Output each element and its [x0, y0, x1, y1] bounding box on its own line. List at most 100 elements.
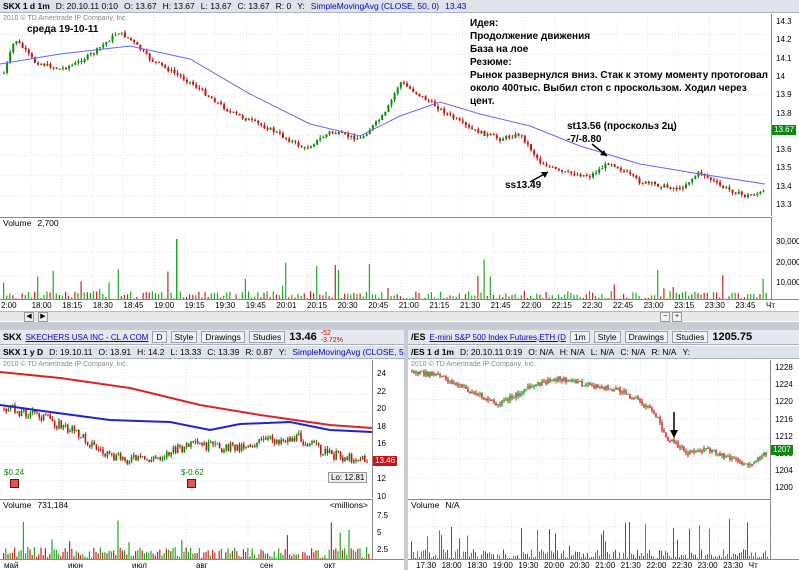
volume-bar [712, 292, 715, 299]
top-price-pane[interactable]: 2010 © TD Ameritrade IP Company, Inc. ср… [0, 14, 771, 216]
time-label: 19:30 [215, 301, 236, 310]
top-symbol[interactable]: SKX 1 d 1m [3, 1, 50, 11]
left-price-scale[interactable]: 242220181614121013.46 [372, 360, 404, 501]
scroll-left-button[interactable]: ◀ [24, 312, 34, 322]
volume-bar [159, 549, 161, 559]
earnings-icon-2[interactable] [187, 479, 196, 488]
top-candle [576, 174, 579, 176]
right-drawings-button[interactable]: Drawings [624, 331, 669, 343]
volume-bar [75, 551, 77, 559]
left-drawings-button[interactable]: Drawings [201, 331, 245, 343]
top-candle [300, 146, 303, 148]
top-candle [294, 141, 297, 143]
volume-bar [541, 549, 542, 559]
top-price-scale[interactable]: 14.314.214.11413.913.813.713.613.513.413… [771, 14, 799, 216]
top-candle [753, 194, 756, 196]
left-price-pane[interactable]: 2010 © TD Ameritrade IP Company, Inc. $0… [0, 360, 372, 498]
top-candle [161, 62, 164, 66]
volume-bar [451, 526, 452, 559]
time-label: 20:00 [544, 561, 565, 570]
volume-bar [51, 539, 53, 559]
top-candle [40, 63, 43, 65]
left-sma-label[interactable]: SimpleMovingAvg (CLOSE, 50, 0) [292, 347, 404, 357]
top-candle [244, 118, 247, 121]
left-studies-button[interactable]: Studies [248, 331, 286, 343]
left-candle [333, 454, 335, 460]
right-candle [657, 417, 659, 419]
right-price-scale[interactable]: 122812241220121612121208120412001207 [770, 360, 799, 498]
top-candle [30, 53, 33, 58]
top-candle [21, 43, 24, 48]
top-scrollbar[interactable]: ◀ ▶ − + [0, 311, 799, 322]
right-candle [465, 386, 467, 389]
left-style-button[interactable]: Style [170, 331, 198, 343]
scale-label: 13.8 [776, 108, 792, 118]
time-label: 20:30 [337, 301, 358, 310]
right-volume-value: N/A [445, 500, 460, 510]
left-candle [223, 449, 225, 453]
top-volume-pane[interactable] [0, 229, 771, 299]
right-y: Y: [682, 347, 691, 357]
top-candle [728, 187, 731, 190]
left-candle [251, 445, 254, 447]
right-candle [433, 373, 435, 376]
right-candle [627, 393, 629, 395]
zoom-in-button[interactable]: + [672, 312, 682, 322]
right-candle [479, 393, 481, 395]
right-studies-button[interactable]: Studies [672, 331, 709, 343]
splitter[interactable] [0, 322, 799, 330]
volume-bar [555, 533, 556, 559]
right-candle [677, 442, 679, 448]
left-volume-pane[interactable] [0, 511, 372, 559]
scale-label: 16 [377, 439, 386, 448]
left-candle [133, 455, 135, 457]
zoom-out-button[interactable]: − [660, 312, 670, 322]
right-volume-scale [770, 499, 799, 559]
left-candle [194, 440, 197, 442]
left-timeframe-button[interactable]: D [152, 331, 167, 343]
top-candle [561, 170, 563, 172]
left-symbol-input[interactable]: SKX [3, 332, 22, 342]
right-symbol-input[interactable]: /ES [411, 332, 426, 342]
right-volume-pane[interactable] [408, 511, 770, 559]
volume-bar [521, 528, 522, 559]
left-candle [51, 418, 54, 422]
top-candle [638, 178, 641, 184]
left-candle [181, 446, 183, 453]
right-chart-symbol[interactable]: /ES 1 d 1m [411, 347, 454, 357]
right-timeframe-button[interactable]: 1m [569, 331, 590, 343]
right-style-button[interactable]: Style [593, 331, 621, 343]
left-candle [260, 439, 263, 441]
volume-bar [359, 548, 361, 559]
volume-bar [247, 548, 249, 559]
top-candle [145, 50, 148, 54]
top-candle [381, 115, 384, 121]
left-candle [29, 412, 32, 417]
volume-bar [117, 268, 119, 299]
right-candle [521, 392, 523, 394]
left-candle [192, 441, 194, 443]
volume-bar [170, 551, 172, 559]
volume-bar [694, 292, 696, 299]
top-candle [623, 170, 625, 172]
top-candle [750, 194, 753, 196]
scroll-right-button[interactable]: ▶ [38, 312, 48, 322]
right-candle [533, 385, 535, 387]
right-candle [445, 376, 447, 380]
left-candle [159, 457, 161, 460]
top-candle [213, 98, 216, 103]
earnings-icon-1[interactable] [10, 479, 19, 488]
top-sma-label[interactable]: SimpleMovingAvg (CLOSE, 50, 0) [311, 1, 439, 11]
right-candle [625, 390, 627, 394]
top-candle [731, 189, 734, 193]
top-candle [607, 163, 610, 165]
left-candle [64, 424, 67, 426]
left-candle [273, 440, 276, 444]
top-candle [390, 99, 393, 106]
blue-ma-line [0, 404, 372, 433]
volume-bar [285, 262, 287, 299]
left-chart-symbol[interactable]: SKX 1 y D [3, 347, 43, 357]
left-candle [146, 459, 148, 461]
top-candle [446, 113, 449, 115]
right-price-pane[interactable]: 2010 © TD Ameritrade IP Company, Inc. [408, 360, 770, 498]
